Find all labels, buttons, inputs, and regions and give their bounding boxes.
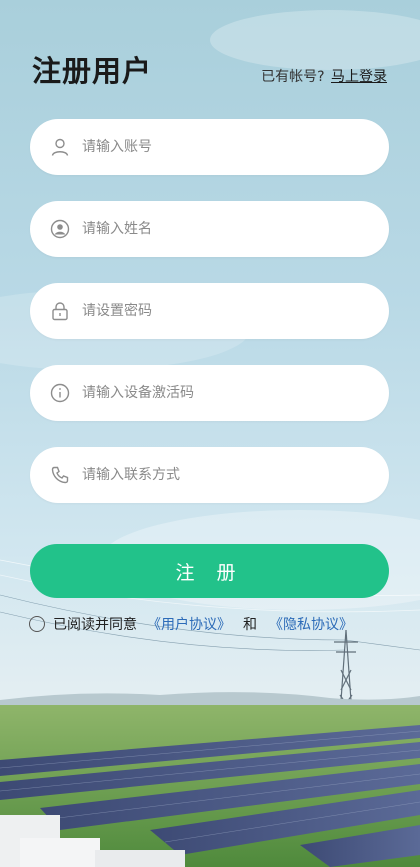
agreement-row: 已阅读并同意 《用户协议》 和 《隐私协议》	[29, 614, 357, 634]
password-input[interactable]	[82, 283, 389, 339]
register-button[interactable]: 注 册	[30, 544, 389, 598]
agree-radio[interactable]	[29, 616, 45, 632]
activation-code-input[interactable]	[82, 365, 389, 421]
contact-input[interactable]	[82, 447, 389, 503]
and-text: 和	[243, 617, 257, 633]
has-account-text: 已有帐号?	[261, 69, 325, 85]
activation-code-field[interactable]	[30, 365, 389, 421]
person-circle-icon	[49, 218, 71, 240]
privacy-agreement-link[interactable]: 《隐私协议》	[269, 614, 353, 634]
page-title: 注册用户	[32, 54, 153, 88]
name-field[interactable]	[30, 201, 389, 257]
account-input[interactable]	[82, 119, 389, 175]
account-field[interactable]	[30, 119, 389, 175]
user-agreement-link[interactable]: 《用户协议》	[147, 614, 231, 634]
login-hint: 已有帐号? 马上登录	[261, 66, 387, 86]
agree-text: 已阅读并同意	[53, 617, 137, 633]
phone-icon	[49, 464, 71, 486]
login-link[interactable]: 马上登录	[331, 69, 387, 85]
name-input[interactable]	[82, 201, 389, 257]
user-icon	[49, 136, 71, 158]
info-icon	[49, 382, 71, 404]
lock-icon	[49, 300, 71, 322]
contact-field[interactable]	[30, 447, 389, 503]
password-field[interactable]	[30, 283, 389, 339]
